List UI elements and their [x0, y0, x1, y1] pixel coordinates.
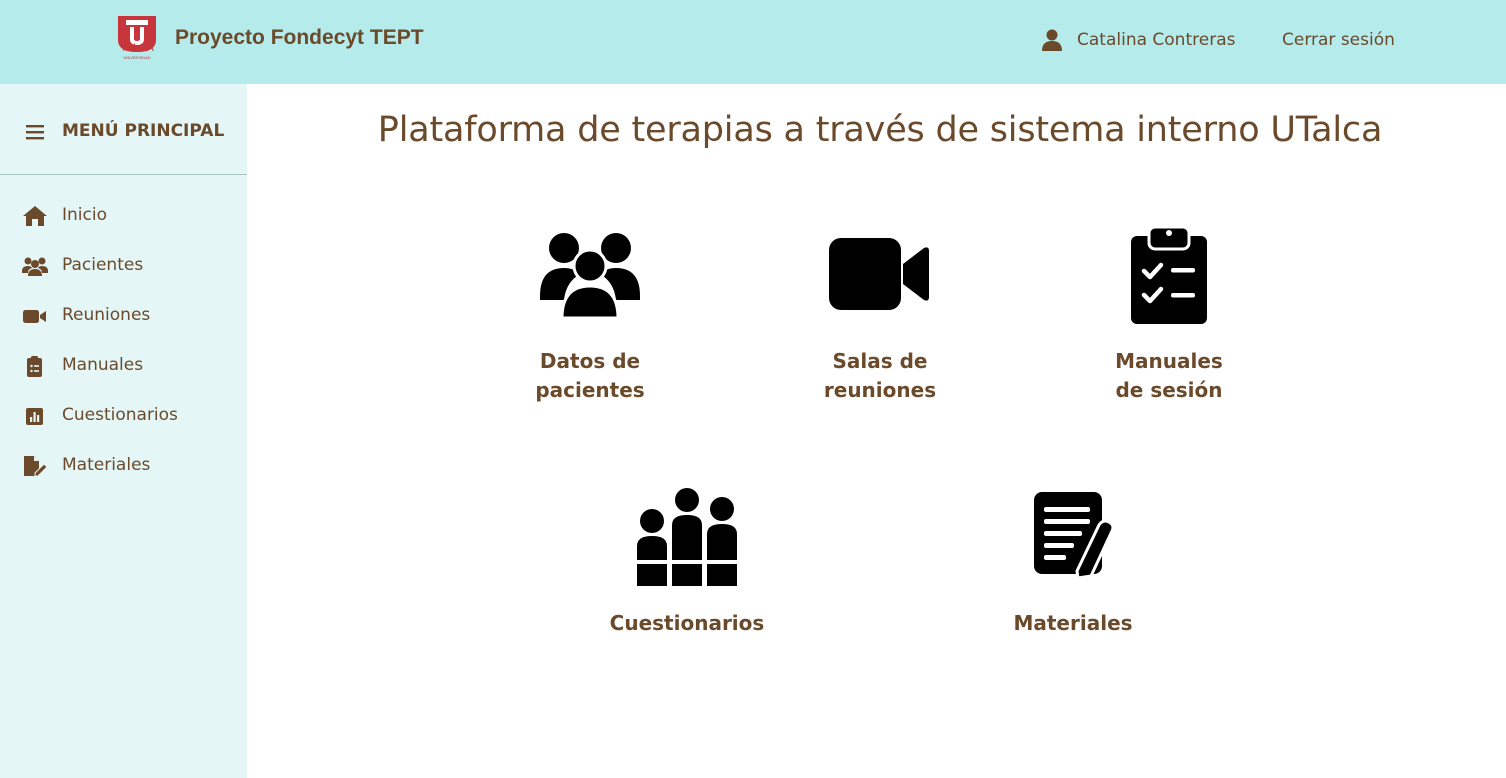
- brand-title[interactable]: Proyecto Fondecyt TEPT: [175, 26, 424, 50]
- sidebar-item-pacientes[interactable]: Pacientes: [0, 245, 247, 285]
- card-label: Cuestionarios: [609, 611, 765, 635]
- hamburger-icon[interactable]: [26, 124, 44, 140]
- page-title: Plataforma de terapias a través de siste…: [377, 110, 1383, 150]
- users-icon: [22, 257, 48, 276]
- video-icon: [23, 310, 46, 323]
- poll-people-icon: [637, 488, 737, 586]
- chart-icon: [26, 408, 43, 425]
- sidebar-item-inicio[interactable]: Inicio: [0, 195, 247, 235]
- sidebar: MENÚ PRINCIPAL Inicio Pacientes Reunione…: [0, 84, 247, 778]
- menu-header: MENÚ PRINCIPAL: [0, 84, 247, 175]
- file-signature-icon: [1034, 492, 1115, 579]
- sidebar-item-reuniones[interactable]: Reuniones: [0, 295, 247, 335]
- card-salas-reuniones[interactable]: Salas de reuniones: [810, 225, 950, 410]
- clipboard-icon: [27, 356, 42, 377]
- card-label: Materiales: [1013, 611, 1133, 635]
- logout-link[interactable]: Cerrar sesión: [1282, 30, 1395, 50]
- user-icon: [1042, 29, 1062, 51]
- video-icon: [829, 238, 929, 310]
- home-icon: [23, 206, 47, 226]
- card-materiales[interactable]: Materiales: [1003, 485, 1143, 645]
- sidebar-item-label: Pacientes: [62, 255, 144, 275]
- sidebar-item-cuestionarios[interactable]: Cuestionarios: [0, 395, 247, 435]
- sidebar-item-label: Manuales: [62, 355, 144, 375]
- sidebar-item-manuales[interactable]: Manuales: [0, 345, 247, 385]
- sidebar-item-label: Inicio: [62, 205, 107, 225]
- card-cuestionarios[interactable]: Cuestionarios: [607, 485, 767, 645]
- user-name[interactable]: Catalina Contreras: [1077, 30, 1235, 50]
- card-label: Manuales de sesión: [1115, 349, 1223, 402]
- file-edit-icon: [24, 456, 48, 477]
- top-bar: TALCA UNIVERSIDAD Proyecto Fondecyt TEPT…: [0, 0, 1506, 84]
- card-datos-pacientes[interactable]: Datos de pacientes: [520, 225, 660, 410]
- sidebar-item-label: Cuestionarios: [62, 405, 178, 425]
- clipboard-check-icon: [1131, 225, 1207, 324]
- users-icon: [540, 233, 640, 318]
- card-label: Salas de reuniones: [823, 349, 937, 402]
- sidebar-item-materiales[interactable]: Materiales: [0, 445, 247, 485]
- logo-text: TALCA: [120, 42, 154, 54]
- card-label: Datos de pacientes: [535, 349, 645, 402]
- sidebar-item-label: Materiales: [62, 455, 151, 475]
- card-manuales-sesion[interactable]: Manuales de sesión: [1099, 225, 1239, 410]
- logo-subtext: UNIVERSIDAD: [123, 55, 151, 60]
- sidebar-item-label: Reuniones: [62, 305, 151, 325]
- menu-title: MENÚ PRINCIPAL: [62, 121, 225, 141]
